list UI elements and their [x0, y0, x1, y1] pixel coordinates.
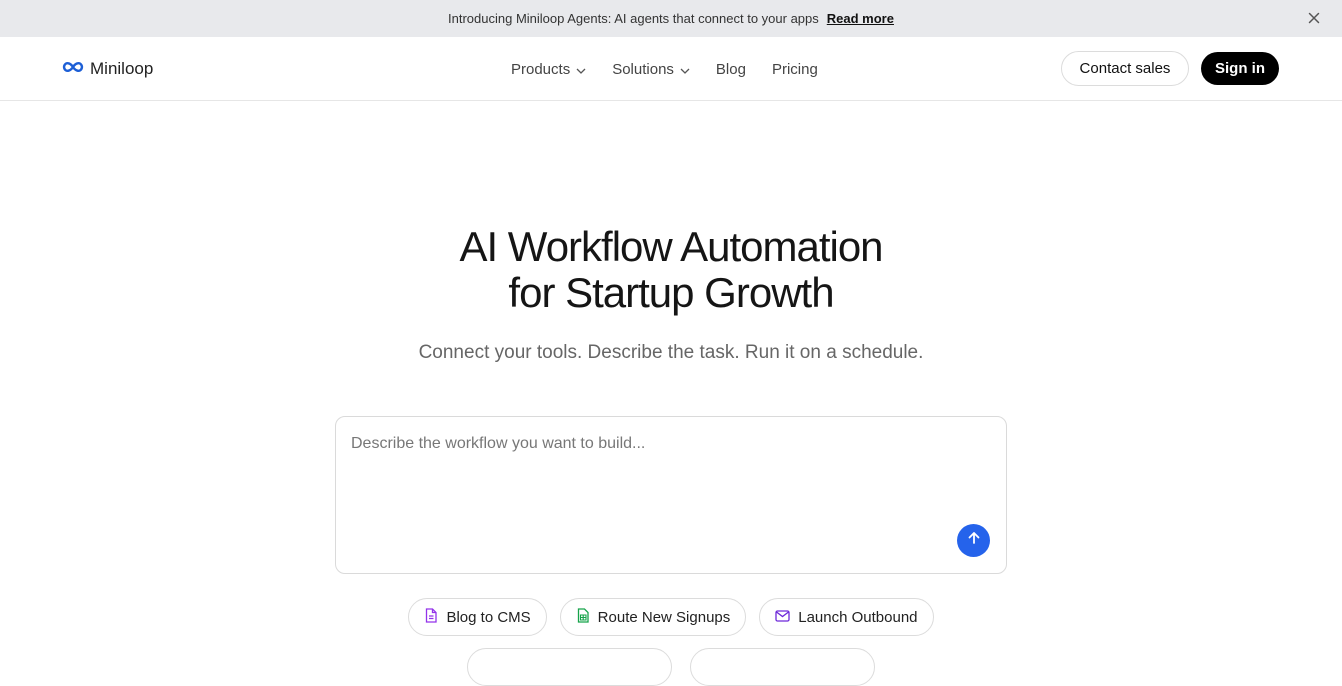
page-title: AI Workflow Automation for Startup Growt… [0, 224, 1342, 316]
title-line-1: AI Workflow Automation [459, 223, 883, 270]
announcement-text: Introducing Miniloop Agents: AI agents t… [448, 11, 819, 26]
workflow-prompt-box [335, 416, 1007, 574]
document-icon [424, 607, 438, 627]
suggestion-chip-partial[interactable] [690, 648, 875, 686]
nav-blog[interactable]: Blog [716, 61, 746, 78]
suggestion-route-new-signups[interactable]: Route New Signups [559, 598, 747, 636]
workflow-prompt-input[interactable] [351, 435, 951, 525]
announcement-banner: Introducing Miniloop Agents: AI agents t… [0, 0, 1342, 37]
nav-products-label: Products [511, 60, 571, 78]
suggestion-blog-to-cms[interactable]: Blog to CMS [408, 598, 547, 636]
suggestion-launch-outbound[interactable]: Launch Outbound [759, 598, 934, 636]
arrow-up-icon [967, 531, 981, 550]
chevron-down-icon [680, 61, 690, 78]
infinity-logo-icon [62, 60, 84, 78]
nav-solutions[interactable]: Solutions [612, 61, 690, 78]
nav-pricing[interactable]: Pricing [772, 61, 818, 78]
suggestion-label: Blog to CMS [446, 608, 531, 626]
read-more-link[interactable]: Read more [827, 11, 894, 26]
hero-subtitle: Connect your tools. Describe the task. R… [418, 342, 924, 363]
suggestion-chips-row-2 [0, 648, 1342, 686]
suggestion-chips: Blog to CMS Route New Signups Launch Out… [0, 598, 1342, 636]
brand-logo[interactable]: Miniloop [62, 57, 153, 81]
nav-products[interactable]: Products [511, 61, 586, 78]
title-line-2: for Startup Growth [508, 269, 834, 316]
suggestion-label: Route New Signups [597, 608, 731, 626]
close-icon[interactable] [1306, 10, 1322, 26]
suggestion-label: Launch Outbound [798, 608, 918, 626]
send-button[interactable] [957, 524, 990, 557]
main-menu: Products Solutions Blog Pricing [511, 57, 818, 81]
spreadsheet-icon [576, 607, 590, 627]
contact-sales-button[interactable]: Contact sales [1061, 51, 1189, 86]
mail-icon [775, 609, 790, 626]
suggestion-chip-partial[interactable] [467, 648, 672, 686]
brand-name: Miniloop [90, 59, 154, 78]
sign-in-button[interactable]: Sign in [1201, 52, 1279, 85]
nav-solutions-label: Solutions [612, 60, 674, 78]
top-navigation: Miniloop Products Solutions Blog Pricing… [0, 37, 1342, 101]
chevron-down-icon [576, 61, 586, 78]
